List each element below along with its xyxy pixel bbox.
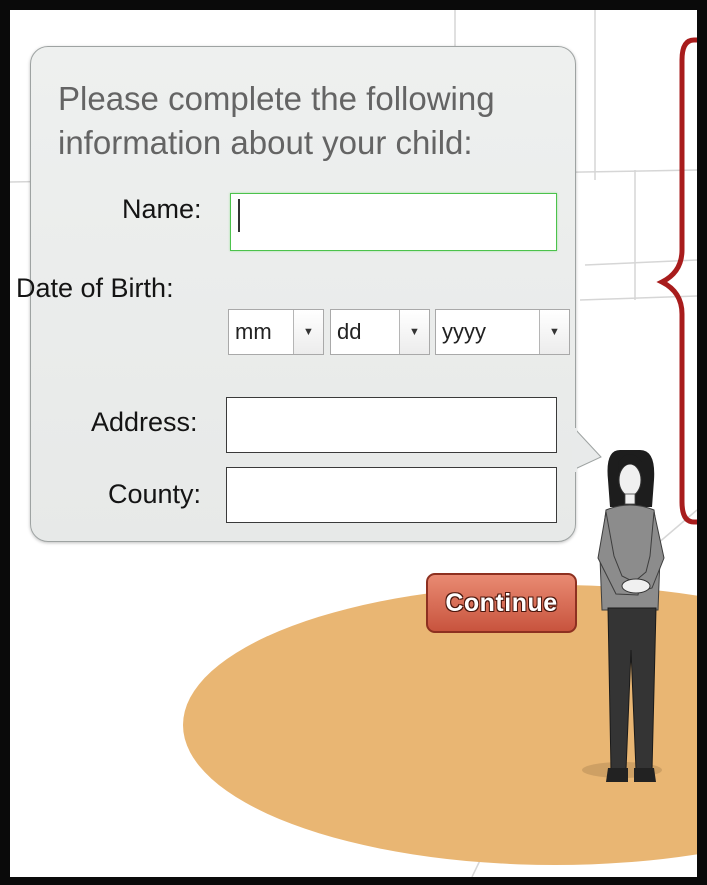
- address-label: Address:: [91, 407, 198, 437]
- chevron-down-icon[interactable]: ▼: [399, 310, 429, 354]
- birth-month-select[interactable]: mm ▼: [228, 309, 324, 355]
- text-caret: [238, 199, 240, 232]
- date-of-birth-label: Date of Birth:: [16, 273, 174, 303]
- name-label: Name:: [122, 194, 202, 224]
- chevron-down-icon[interactable]: ▼: [293, 310, 323, 354]
- form-speech-bubble: Please complete the following informatio…: [16, 46, 602, 542]
- address-input[interactable]: [226, 397, 557, 453]
- name-input[interactable]: [230, 193, 557, 251]
- birth-month-value: mm: [235, 319, 272, 344]
- county-input[interactable]: [226, 467, 557, 523]
- county-label: County:: [108, 479, 202, 509]
- bubble-tail: [572, 428, 602, 472]
- red-brace: [656, 37, 697, 525]
- name-field-wrapper[interactable]: [230, 193, 557, 251]
- continue-button[interactable]: Continue: [426, 573, 577, 633]
- birth-year-select[interactable]: yyyy ▼: [435, 309, 570, 355]
- form-prompt: Please complete the following informatio…: [58, 80, 495, 161]
- birth-day-value: dd: [337, 319, 362, 344]
- chevron-down-icon[interactable]: ▼: [539, 310, 569, 354]
- birth-year-value: yyyy: [442, 319, 486, 344]
- scene: Please complete the following informatio…: [10, 10, 697, 877]
- birth-day-select[interactable]: dd ▼: [330, 309, 430, 355]
